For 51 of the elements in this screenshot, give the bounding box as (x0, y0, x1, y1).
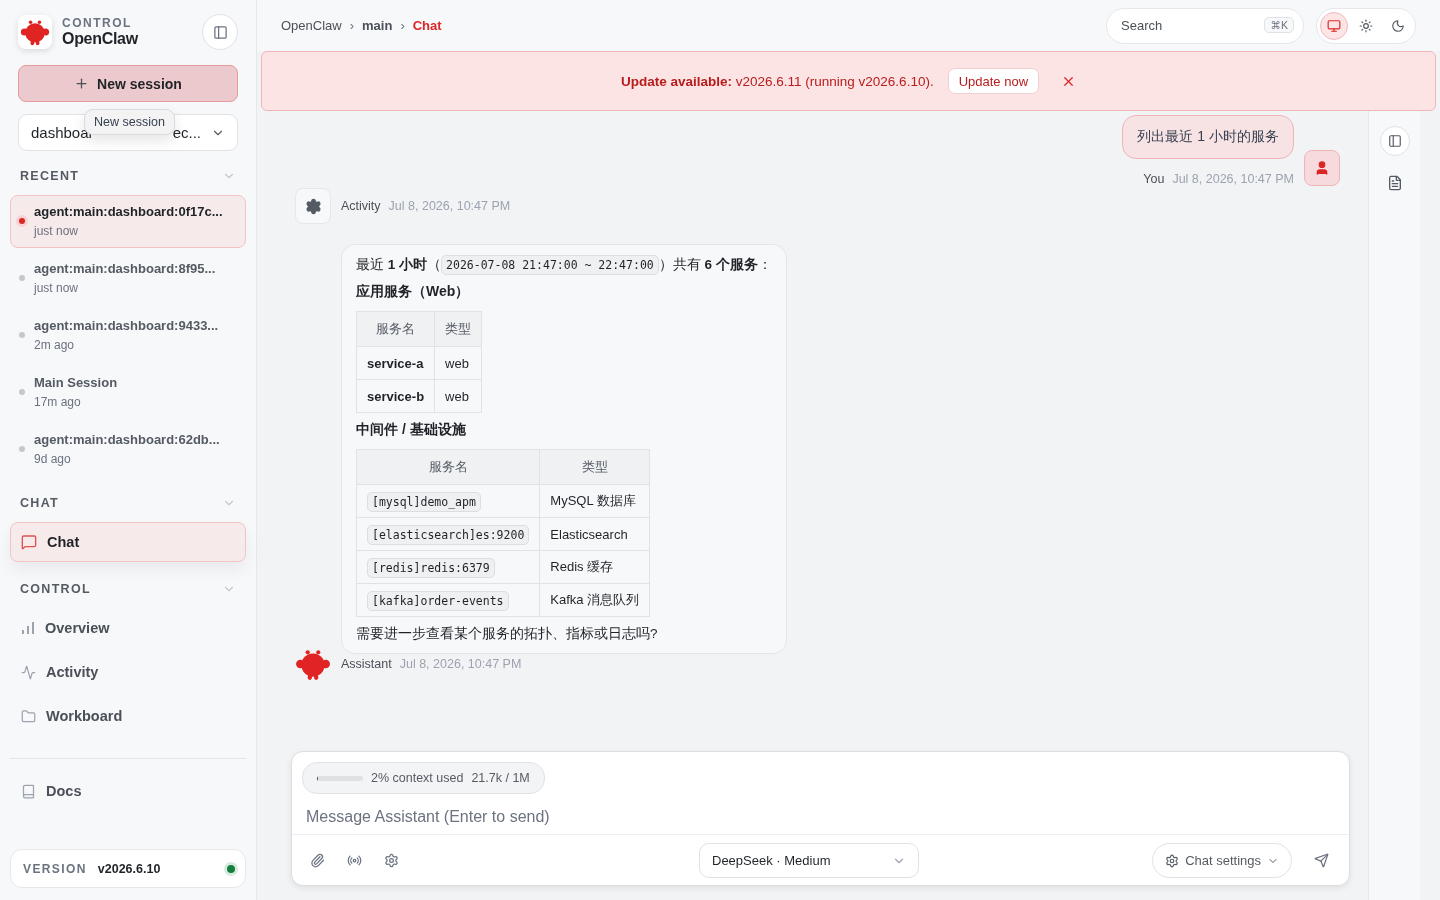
timestamp: Jul 8, 2026, 10:47 PM (1172, 172, 1294, 186)
breadcrumb-separator: › (349, 18, 355, 33)
code-chip: [elasticsearch]es:9200 (367, 524, 530, 545)
version-number: v2026.6.10 (97, 861, 162, 876)
table-cell: Elasticsearch (539, 517, 650, 551)
timestamp: Jul 8, 2026, 10:47 PM (388, 199, 511, 213)
column-header: 类型 (434, 311, 482, 347)
message-text: 最近 1 小时（ (356, 256, 442, 274)
context-usage: 21.7k / 1M (471, 771, 530, 785)
session-title: agent:main:dashboard:9433... (34, 318, 219, 333)
brand-eyebrow: CONTROL (62, 16, 133, 30)
table-cell: service-a (356, 346, 435, 380)
session-title: agent:main:dashboard:8f95... (34, 261, 216, 276)
user-message: 列出最近 1 小时的服务 (1122, 115, 1294, 159)
message-text: 需要进一步查看某个服务的拓扑、指标或日志吗? (356, 625, 658, 643)
code-chip: 2026-07-08 21:47:00 ~ 22:47:00 (441, 255, 659, 275)
section-title: CONTROL (20, 582, 91, 596)
table-cell: web (434, 379, 482, 413)
code-chip: [redis]redis:6379 (367, 557, 495, 578)
sender-name: Assistant (341, 657, 392, 671)
session-title: agent:main:dashboard:62db... (34, 432, 220, 447)
session-time: 17m ago (34, 395, 82, 409)
section-title: RECENT (20, 169, 80, 183)
message-text: ）共有 6 个服务： (658, 256, 772, 274)
brand-name: OpenClaw (62, 30, 139, 48)
session-title: Main Session (34, 375, 118, 390)
section-heading: 应用服务（Web） (356, 283, 471, 301)
banner-message: Update available: v2026.6.11 (running v2026.6.10). (620, 73, 934, 89)
table-cell: Kafka 消息队列 (539, 583, 650, 617)
session-time: just now (34, 224, 80, 238)
breadcrumb-separator: › (400, 18, 405, 33)
code-chip: [mysql]demo_apm (367, 491, 481, 512)
table-cell: service-b (356, 379, 435, 413)
code-chip: [kafka]order-events (367, 590, 509, 611)
context-label: 2% context used (371, 771, 464, 785)
section-title: CHAT (20, 496, 59, 510)
timestamp: Jul 8, 2026, 10:47 PM (399, 657, 522, 671)
session-time: just now (34, 281, 80, 295)
section-heading: 中间件 / 基础设施 (356, 421, 467, 439)
column-header: 服务名 (356, 449, 540, 485)
table-cell: web (434, 346, 482, 380)
sender-name: You (1143, 172, 1165, 186)
column-header: 服务名 (356, 311, 435, 347)
session-time: 9d ago (34, 452, 72, 466)
column-header: 类型 (539, 449, 650, 485)
version-label: VERSION (23, 861, 87, 876)
table-cell: Redis 缓存 (539, 550, 650, 584)
session-title: agent:main:dashboard:0f17c... (34, 204, 223, 219)
sender-name: Activity (341, 199, 381, 213)
session-time: 2m ago (34, 338, 76, 352)
table-cell: MySQL 数据库 (539, 484, 650, 518)
